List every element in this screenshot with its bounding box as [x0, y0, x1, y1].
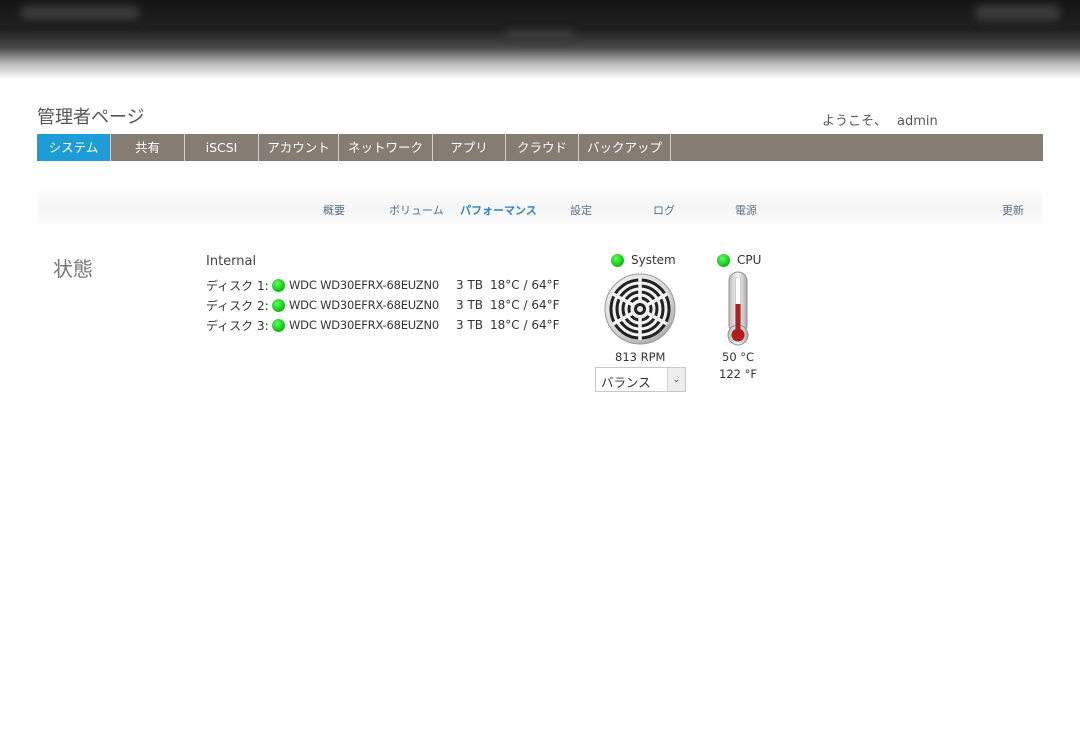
fan-mode-select[interactable]: バランス ⌄	[595, 367, 686, 392]
header-logo	[20, 6, 140, 20]
thermometer-icon	[727, 271, 749, 346]
disk-label: ディスク 3:	[206, 318, 269, 333]
tab-system[interactable]: システム	[37, 134, 111, 161]
status-ok-icon	[272, 318, 285, 332]
status-ok-icon	[717, 253, 730, 267]
tab-account[interactable]: アカウント	[259, 134, 339, 161]
disk-model: WDC WD30EFRX-68EUZN0	[289, 278, 440, 292]
header-right-item	[975, 5, 1060, 21]
disk-size: 3 TB	[456, 298, 484, 312]
subnav-volume[interactable]: ボリューム	[389, 202, 444, 218]
disk-temp: 18°C / 64°F	[490, 318, 560, 332]
system-status: System	[611, 253, 676, 267]
status-ok-icon	[611, 253, 624, 267]
header-center-item	[505, 30, 575, 42]
fan-speed: 813 RPM	[615, 350, 666, 364]
subnav-power[interactable]: 電源	[735, 202, 757, 218]
disk-temp: 18°C / 64°F	[490, 298, 560, 312]
disk-row: ディスク 1: WDC WD30EFRX-68EUZN0 3 TB 18°C /…	[206, 276, 560, 294]
tab-network[interactable]: ネットワーク	[339, 134, 433, 161]
system-label: System	[631, 253, 676, 267]
cpu-label: CPU	[737, 253, 762, 267]
username: admin	[897, 114, 938, 129]
subnav-settings[interactable]: 設定	[570, 202, 592, 218]
disk-row: ディスク 2: WDC WD30EFRX-68EUZN0 3 TB 18°C /…	[206, 296, 560, 314]
disk-temp: 18°C / 64°F	[490, 278, 560, 292]
top-header-bar	[0, 0, 1080, 80]
status-ok-icon	[272, 278, 285, 292]
disk-model: WDC WD30EFRX-68EUZN0	[289, 298, 440, 312]
tab-cloud[interactable]: クラウド	[506, 134, 579, 161]
tab-backup[interactable]: バックアップ	[579, 134, 671, 161]
cpu-temp-fahrenheit: 122 °F	[719, 367, 757, 381]
fan-mode-value: バランス	[601, 375, 651, 390]
status-ok-icon	[272, 298, 285, 312]
subnav-overview[interactable]: 概要	[323, 202, 345, 218]
welcome-text: ようこそ、	[822, 114, 888, 129]
disk-model: WDC WD30EFRX-68EUZN0	[289, 318, 440, 332]
section-title: 状態	[53, 257, 93, 281]
internal-label: Internal	[206, 254, 257, 269]
disk-label: ディスク 1:	[206, 278, 269, 293]
cpu-status: CPU	[717, 253, 761, 267]
cpu-temp-celsius: 50 °C	[722, 350, 755, 364]
main-nav: システム 共有 iSCSI アカウント ネットワーク アプリ クラウド バックア…	[37, 134, 1043, 161]
disk-size: 3 TB	[456, 318, 484, 332]
disk-label: ディスク 2:	[206, 298, 269, 313]
tab-apps[interactable]: アプリ	[433, 134, 506, 161]
subnav-update[interactable]: 更新	[1002, 202, 1024, 218]
page-title: 管理者ページ	[37, 107, 145, 128]
disk-size: 3 TB	[456, 278, 484, 292]
sub-nav: 概要 ボリューム パフォーマンス 設定 ログ 電源 更新	[37, 186, 1043, 230]
subnav-performance[interactable]: パフォーマンス	[460, 202, 537, 218]
tab-share[interactable]: 共有	[111, 134, 185, 161]
subnav-log[interactable]: ログ	[653, 202, 675, 218]
welcome-message: ようこそ、 admin	[822, 110, 938, 129]
tab-iscsi[interactable]: iSCSI	[185, 134, 259, 161]
disk-row: ディスク 3: WDC WD30EFRX-68EUZN0 3 TB 18°C /…	[206, 316, 560, 334]
chevron-down-icon: ⌄	[667, 368, 685, 391]
fan-icon	[604, 273, 676, 345]
